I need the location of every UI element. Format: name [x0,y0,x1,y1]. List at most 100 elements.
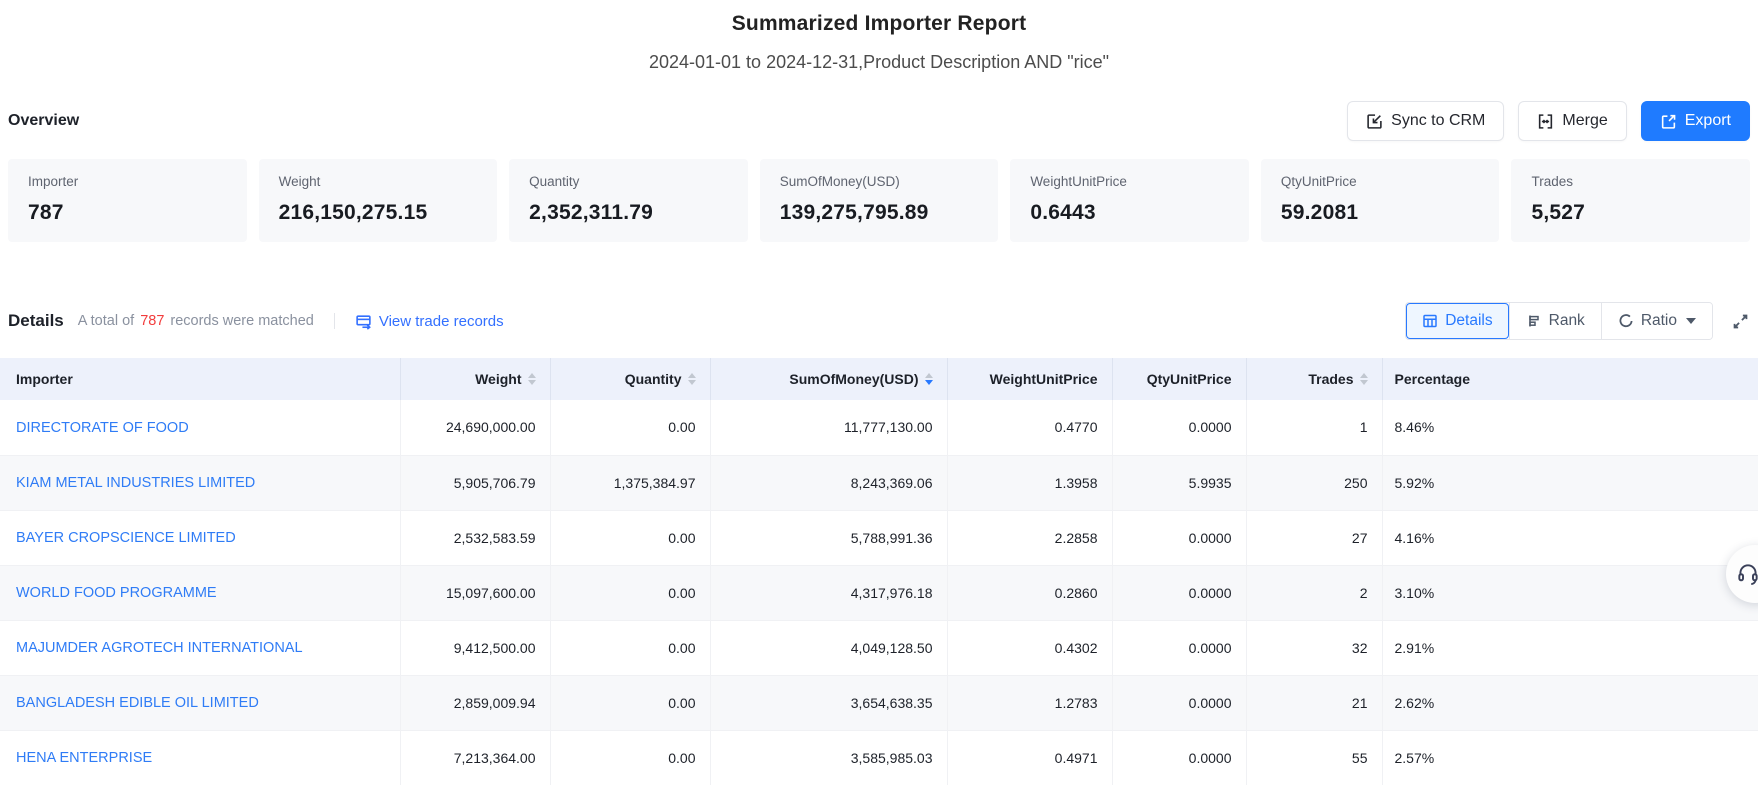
cell-value: 21 [1246,675,1382,730]
stat-value: 787 [28,201,227,225]
cell-value: 0.00 [550,675,710,730]
cell-value: 15,097,600.00 [400,565,550,620]
match-suffix: records were matched [170,313,313,329]
cell-value: 1 [1246,400,1382,455]
view-switcher: Details Rank Ratio [1405,302,1713,340]
table-row: MAJUMDER AGROTECH INTERNATIONAL 9,412,500… [0,620,1758,675]
table-grid-icon [1422,313,1438,329]
cell-value: 5,905,706.79 [400,455,550,510]
table-row: HENA ENTERPRISE7,213,364.000.003,585,985… [0,730,1758,785]
importer-link[interactable]: HENA ENTERPRISE [16,750,152,766]
table-row: WORLD FOOD PROGRAMME15,097,600.000.004,3… [0,565,1758,620]
col-header-sumofmoney[interactable]: SumOfMoney(USD) [710,358,947,400]
sync-to-crm-button[interactable]: Sync to CRM [1347,101,1504,141]
details-heading: Details [8,311,64,331]
stat-card-importer: Importer 787 [8,159,247,242]
cell-value: 0.2860 [947,565,1112,620]
stat-label: QtyUnitPrice [1281,174,1480,189]
cell-value: 11,777,130.00 [710,400,947,455]
stat-value: 59.2081 [1281,201,1480,225]
cell-percentage: 2.57% [1382,730,1758,785]
view-records-label: View trade records [379,313,504,330]
view-records-icon [355,313,372,330]
cell-importer: BAYER CROPSCIENCE LIMITED [0,510,400,565]
cell-importer: WORLD FOOD PROGRAMME [0,565,400,620]
stat-label: WeightUnitPrice [1030,174,1229,189]
cell-value: 9,412,500.00 [400,620,550,675]
page-subtitle: 2024-01-01 to 2024-12-31,Product Descrip… [0,52,1758,73]
cell-value: 5.9935 [1112,455,1246,510]
stat-card-sumofmoney: SumOfMoney(USD) 139,275,795.89 [760,159,999,242]
table-row: BANGLADESH EDIBLE OIL LIMITED 2,859,009.9… [0,675,1758,730]
table-header: Importer Weight Quantity SumOfMoney(USD)… [0,358,1758,400]
stats-row: Importer 787 Weight 216,150,275.15 Quant… [0,159,1758,242]
cell-importer: MAJUMDER AGROTECH INTERNATIONAL [0,620,400,675]
cell-value: 8,243,369.06 [710,455,947,510]
cell-value: 3,654,638.35 [710,675,947,730]
tab-rank-label: Rank [1549,312,1585,330]
cell-percentage: 2.62% [1382,675,1758,730]
view-trade-records-link[interactable]: View trade records [355,313,504,330]
importer-link[interactable]: KIAM METAL INDUSTRIES LIMITED [16,475,255,491]
tab-ratio[interactable]: Ratio [1601,303,1712,339]
export-label: Export [1685,112,1731,130]
stat-card-trades: Trades 5,527 [1511,159,1750,242]
cell-value: 5,788,991.36 [710,510,947,565]
importer-link[interactable]: BANGLADESH EDIBLE OIL LIMITED [16,695,259,711]
match-count: 787 [140,313,164,329]
col-header-percentage: Percentage [1382,358,1758,400]
stat-label: SumOfMoney(USD) [780,174,979,189]
cell-value: 3,585,985.03 [710,730,947,785]
export-button[interactable]: Export [1641,101,1750,141]
merge-button[interactable]: Merge [1518,101,1626,141]
cell-value: 0.00 [550,400,710,455]
sort-control-sumofmoney[interactable] [925,373,933,385]
cell-value: 1,375,384.97 [550,455,710,510]
stat-label: Importer [28,174,227,189]
cell-value: 0.00 [550,510,710,565]
cell-value: 2 [1246,565,1382,620]
sort-control-weight[interactable] [528,373,536,385]
donut-icon [1618,313,1634,329]
stat-value: 2,352,311.79 [529,201,728,225]
cell-value: 2,532,583.59 [400,510,550,565]
col-header-trades[interactable]: Trades [1246,358,1382,400]
col-header-qtyunitprice: QtyUnitPrice [1112,358,1246,400]
cell-importer: HENA ENTERPRISE [0,730,400,785]
stat-card-qtyunitprice: QtyUnitPrice 59.2081 [1261,159,1500,242]
sync-to-crm-label: Sync to CRM [1391,112,1485,130]
overview-actions: Sync to CRM Merge Export [1347,101,1750,141]
sort-control-quantity[interactable] [688,373,696,385]
cell-value: 32 [1246,620,1382,675]
cell-value: 2,859,009.94 [400,675,550,730]
col-header-importer: Importer [0,358,400,400]
importer-link[interactable]: BAYER CROPSCIENCE LIMITED [16,530,236,546]
cell-value: 0.0000 [1112,510,1246,565]
export-icon [1660,113,1677,130]
cell-value: 0.0000 [1112,565,1246,620]
sort-control-trades[interactable] [1360,373,1368,385]
importer-link[interactable]: DIRECTORATE OF FOOD [16,420,189,436]
cell-value: 0.0000 [1112,620,1246,675]
merge-label: Merge [1562,112,1607,130]
importer-link[interactable]: MAJUMDER AGROTECH INTERNATIONAL [16,640,303,656]
cell-value: 0.0000 [1112,730,1246,785]
tab-rank[interactable]: Rank [1509,303,1601,339]
col-header-quantity[interactable]: Quantity [550,358,710,400]
match-prefix: A total of [78,313,134,329]
stat-label: Weight [279,174,478,189]
cell-value: 27 [1246,510,1382,565]
col-header-weightunitprice: WeightUnitPrice [947,358,1112,400]
cell-value: 0.0000 [1112,675,1246,730]
cell-value: 0.00 [550,565,710,620]
col-header-weight[interactable]: Weight [400,358,550,400]
stat-value: 5,527 [1531,201,1730,225]
table-row: KIAM METAL INDUSTRIES LIMITED 5,905,706.7… [0,455,1758,510]
fullscreen-button[interactable] [1731,312,1750,331]
cell-value: 2.2858 [947,510,1112,565]
cell-importer: DIRECTORATE OF FOOD [0,400,400,455]
tab-details[interactable]: Details [1406,303,1508,339]
cell-value: 0.4971 [947,730,1112,785]
tab-details-label: Details [1445,312,1492,330]
importer-link[interactable]: WORLD FOOD PROGRAMME [16,585,217,601]
